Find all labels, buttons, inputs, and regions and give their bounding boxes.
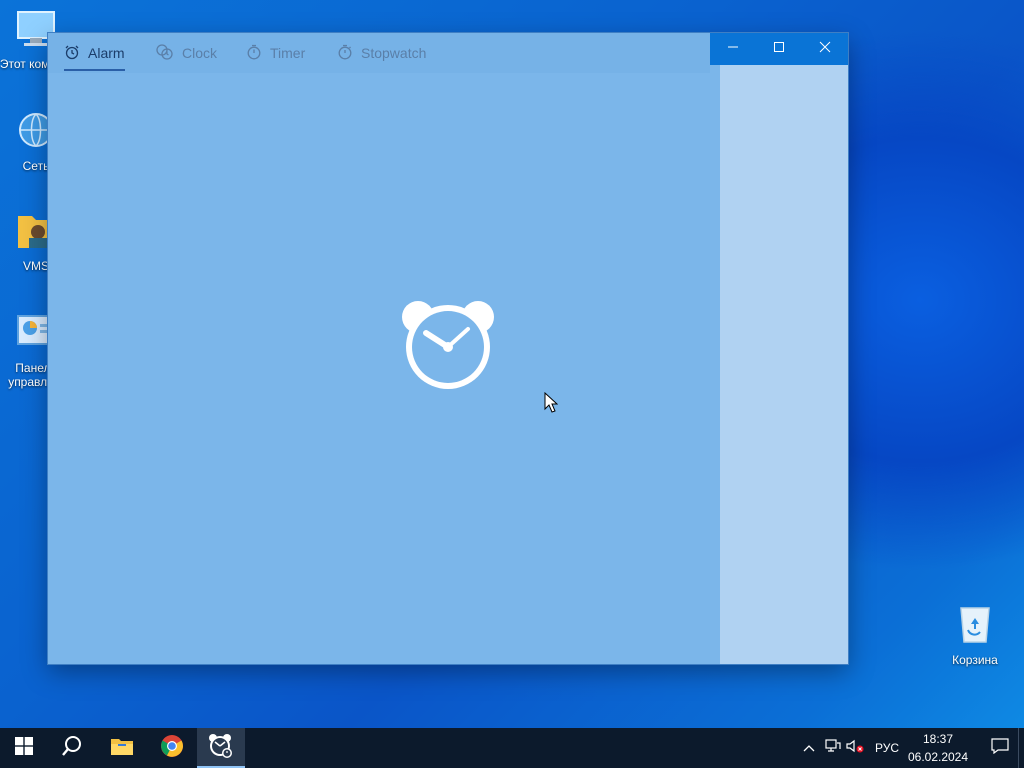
minimize-button[interactable] [710, 33, 756, 65]
desktop-icon-label: Корзина [952, 653, 998, 667]
close-icon [819, 40, 831, 58]
clock-date: 06.02.2024 [907, 750, 969, 764]
alarm-clock-app-icon [208, 733, 234, 764]
file-explorer-button[interactable] [98, 728, 146, 768]
title-bar-controls [710, 33, 848, 65]
mouse-cursor-icon [544, 391, 559, 419]
search-button[interactable] [48, 728, 96, 768]
tab-bar: Alarm Clock Timer Stopwatch [48, 33, 710, 73]
taskbar: РУС 18:37 06.02.2024 [0, 728, 1024, 768]
recycle-bin-icon [935, 602, 1015, 649]
timer-icon [246, 44, 262, 63]
maximize-button[interactable] [756, 33, 802, 65]
close-button[interactable] [802, 33, 848, 65]
tab-label: Clock [182, 45, 218, 61]
language-label: РУС [874, 741, 900, 755]
folder-icon [110, 736, 134, 761]
volume-button[interactable] [844, 728, 866, 768]
notification-icon [991, 737, 1009, 759]
windows-logo-icon [15, 736, 33, 760]
tab-timer[interactable]: Timer [246, 33, 305, 73]
start-button[interactable] [0, 728, 48, 768]
alarms-clock-window: Alarm Clock Timer Stopwatch [48, 33, 848, 664]
language-indicator[interactable]: РУС [870, 728, 904, 768]
chrome-icon [160, 734, 184, 763]
network-icon [825, 738, 841, 758]
tab-label: Alarm [88, 45, 125, 61]
tab-label: Stopwatch [361, 45, 427, 61]
alarm-clock-icon [402, 297, 494, 389]
show-hidden-icons-button[interactable] [798, 728, 820, 768]
desktop-icon-recycle-bin[interactable]: Корзина [935, 602, 1015, 667]
clock-date-button[interactable]: 18:37 06.02.2024 [904, 728, 972, 768]
chrome-button[interactable] [148, 728, 196, 768]
tab-clock[interactable]: Clock [156, 33, 217, 73]
side-panel [720, 65, 848, 664]
stopwatch-icon [337, 44, 353, 63]
active-tab-indicator [64, 69, 125, 71]
show-desktop-button[interactable] [1018, 728, 1024, 768]
tab-alarm[interactable]: Alarm [64, 33, 125, 73]
minimize-icon [727, 40, 739, 58]
search-icon [61, 735, 83, 762]
action-center-button[interactable] [976, 728, 1024, 768]
world-clock-icon [156, 43, 174, 63]
clock-time: 18:37 [922, 732, 954, 746]
network-status-button[interactable] [822, 728, 844, 768]
maximize-icon [773, 40, 785, 58]
tab-stopwatch[interactable]: Stopwatch [337, 33, 426, 73]
alarms-clock-taskbar-button[interactable] [197, 728, 245, 768]
alarm-icon [64, 44, 80, 63]
speaker-muted-icon [846, 739, 864, 758]
chevron-up-icon [803, 739, 815, 757]
tab-label: Timer [270, 45, 306, 61]
